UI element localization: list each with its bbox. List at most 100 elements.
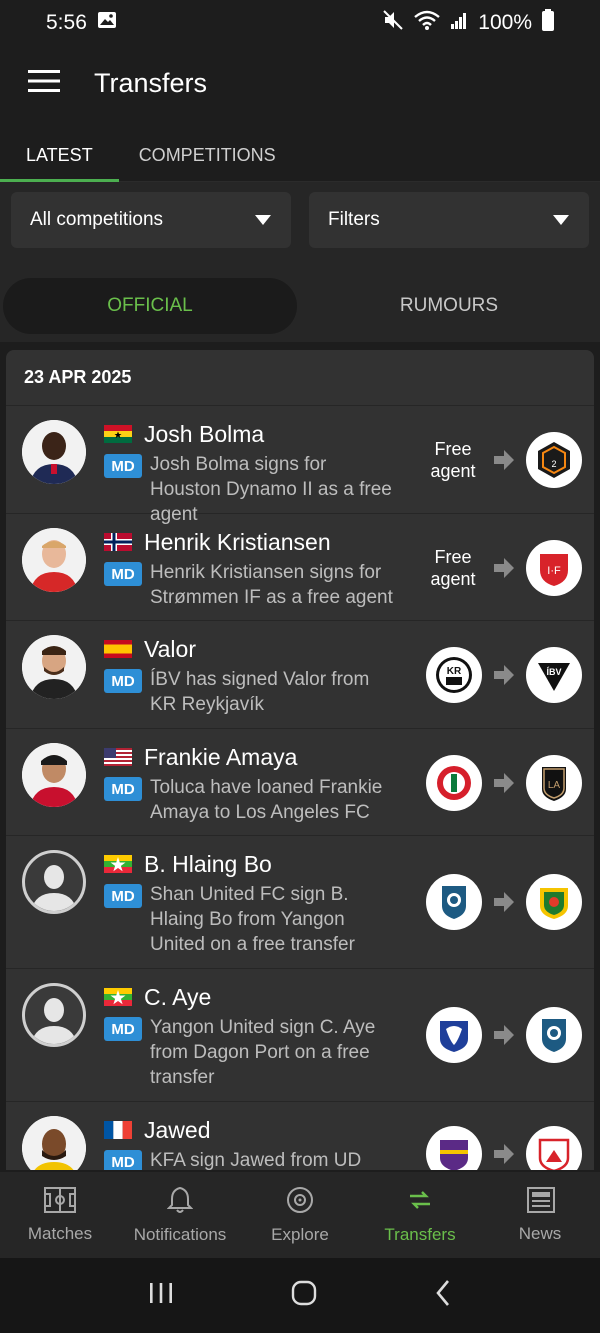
- transfer-description: KFA sign Jawed from UD: [150, 1150, 362, 1170]
- dropdown-arrow-icon: [255, 209, 271, 231]
- transfer-description: Toluca have loaned Frankie Amaya to Los …: [150, 777, 383, 823]
- date-header: 23 APR 2025: [6, 350, 594, 406]
- spain-flag-icon: [104, 640, 132, 658]
- nav-label: News: [518, 1223, 562, 1243]
- player-name: Jawed: [144, 1116, 211, 1143]
- transfer-description: Shan United FC sign B. Hlaing Bo from Ya…: [150, 884, 355, 955]
- system-navigation-bar: [0, 1258, 600, 1333]
- transfers-list: 23 APR 2025 Josh Bolma MD Josh Bolma sig…: [6, 350, 594, 1170]
- myanmar-flag-icon: [104, 855, 132, 873]
- player-avatar-placeholder: [22, 850, 86, 914]
- norway-flag-icon: [104, 533, 132, 551]
- top-tabs: LATEST COMPETITIONS: [0, 128, 600, 182]
- wifi-icon: [414, 9, 441, 37]
- strommen-if-crest-icon: I·F: [526, 540, 582, 596]
- kfa-crest-icon: [526, 1126, 582, 1170]
- app-screen: 5:56 100% Transfers LATEST COMPETITIONS …: [0, 0, 600, 1333]
- nav-transfers[interactable]: Transfers: [360, 1172, 480, 1258]
- transfer-arrow-icon: [494, 556, 514, 580]
- competitions-dropdown-label: All competitions: [30, 209, 164, 230]
- official-rumours-toggle: OFFICIAL RUMOURS: [0, 270, 600, 342]
- toluca-crest-icon: [426, 755, 482, 811]
- competitions-dropdown[interactable]: All competitions: [11, 192, 291, 248]
- houston-dynamo-2-crest-icon: 2: [526, 432, 582, 488]
- back-icon[interactable]: [434, 1279, 452, 1312]
- tab-latest[interactable]: LATEST: [0, 128, 119, 182]
- transfer-row[interactable]: Frankie Amaya MD Toluca have loaned Fran…: [6, 729, 594, 836]
- transfer-description: ÍBV has signed Valor from KR Reykjavík: [150, 669, 370, 715]
- nav-notifications[interactable]: Notifications: [120, 1172, 240, 1258]
- segment-rumours[interactable]: RUMOURS: [302, 278, 596, 334]
- yangon-united-crest-icon: [526, 874, 582, 930]
- hamburger-menu-icon: [28, 69, 60, 98]
- battery-icon: [542, 9, 554, 37]
- player-avatar: [22, 635, 86, 699]
- transfer-description: Henrik Kristiansen signs for Strømmen IF…: [150, 562, 393, 608]
- transfer-arrows-icon: [406, 1186, 434, 1219]
- home-icon[interactable]: [291, 1280, 317, 1311]
- gallery-notification-icon: [97, 10, 117, 36]
- svg-text:2: 2: [551, 459, 556, 469]
- transfer-row[interactable]: B. Hlaing Bo MD Shan United FC sign B. H…: [6, 836, 594, 969]
- nav-news[interactable]: News: [480, 1172, 600, 1258]
- transfer-arrow-icon: [494, 890, 514, 914]
- nav-explore[interactable]: Explore: [240, 1172, 360, 1258]
- transfer-arrow-icon: [494, 448, 514, 472]
- md-badge: MD: [104, 562, 142, 586]
- nav-label: Transfers: [384, 1224, 456, 1244]
- player-name: Valor: [144, 635, 196, 662]
- status-bar: 5:56 100%: [0, 0, 600, 46]
- myanmar-flag-icon: [104, 988, 132, 1006]
- svg-text:KR: KR: [447, 666, 462, 677]
- pitch-icon: [44, 1186, 76, 1218]
- newspaper-icon: [525, 1186, 555, 1218]
- segment-official[interactable]: OFFICIAL: [3, 278, 297, 334]
- dagon-port-crest-icon: [426, 1007, 482, 1063]
- md-badge: MD: [104, 454, 142, 478]
- page-title: Transfers: [94, 67, 208, 98]
- france-flag-icon: [104, 1121, 132, 1139]
- transfer-row[interactable]: Valor MD ÍBV has signed Valor from KR Re…: [6, 621, 594, 729]
- filters-dropdown[interactable]: Filters: [309, 192, 589, 248]
- transfer-description: Yangon United sign C. Aye from Dagon Por…: [150, 1017, 376, 1088]
- status-time: 5:56: [46, 11, 87, 34]
- transfer-arrow-icon: [494, 1142, 514, 1166]
- player-name: Frankie Amaya: [144, 743, 298, 770]
- player-name: C. Aye: [144, 983, 212, 1010]
- transfer-row[interactable]: Henrik Kristiansen MD Henrik Kristiansen…: [6, 514, 594, 621]
- ghana-flag-icon: [104, 425, 132, 443]
- player-avatar: [22, 1116, 86, 1170]
- nav-matches[interactable]: Matches: [0, 1172, 120, 1258]
- tab-competitions[interactable]: COMPETITIONS: [119, 128, 302, 182]
- md-badge: MD: [104, 1150, 142, 1170]
- app-bar: Transfers: [0, 46, 600, 120]
- svg-text:LA: LA: [548, 780, 561, 791]
- shan-united-crest-icon: [526, 1007, 582, 1063]
- dropdown-arrow-icon: [553, 209, 569, 231]
- mute-icon: [382, 9, 404, 37]
- transfer-row[interactable]: C. Aye MD Yangon United sign C. Aye from…: [6, 969, 594, 1102]
- player-avatar: [22, 528, 86, 592]
- transfer-row[interactable]: Josh Bolma MD Josh Bolma signs for Houst…: [6, 406, 594, 525]
- filters-dropdown-label: Filters: [328, 209, 380, 230]
- md-badge: MD: [104, 669, 142, 693]
- player-name: Henrik Kristiansen: [144, 528, 331, 555]
- kr-reykjavik-crest-icon: KR: [426, 647, 482, 703]
- svg-text:ÍBV: ÍBV: [546, 667, 561, 677]
- player-name: B. Hlaing Bo: [144, 850, 272, 877]
- menu-button[interactable]: [0, 46, 88, 120]
- player-avatar-placeholder: [22, 983, 86, 1047]
- shan-united-crest-icon: [426, 874, 482, 930]
- transfer-row[interactable]: Jawed MD KFA sign Jawed from UD: [6, 1102, 594, 1170]
- filter-row: All competitions Filters: [0, 182, 600, 270]
- md-badge: MD: [104, 1017, 142, 1041]
- player-name: Josh Bolma: [144, 420, 265, 447]
- nav-label: Explore: [271, 1224, 329, 1244]
- bell-icon: [166, 1186, 194, 1219]
- bottom-navigation: Matches Notifications Explore Transfers …: [0, 1172, 600, 1258]
- lafc-crest-icon: LA: [526, 755, 582, 811]
- ibv-crest-icon: ÍBV: [526, 647, 582, 703]
- player-avatar: [22, 420, 86, 484]
- compass-icon: [286, 1186, 314, 1219]
- recent-apps-icon[interactable]: [148, 1281, 174, 1310]
